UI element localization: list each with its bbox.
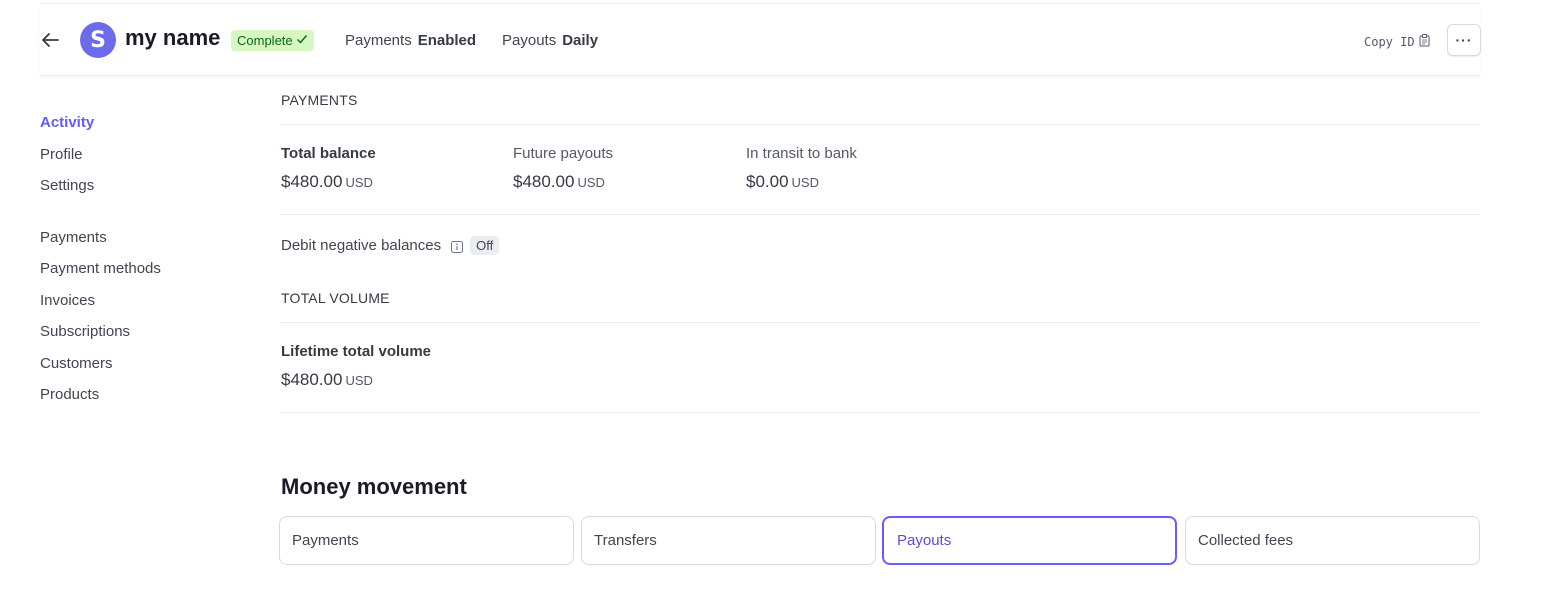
tab-label: Transfers	[594, 532, 657, 549]
money-movement-title: Money movement	[281, 474, 467, 499]
back-arrow-icon[interactable]	[40, 30, 60, 50]
copy-id-label: Copy ID	[1364, 35, 1415, 49]
total-balance-stat: Total balance $480.00 USD	[281, 145, 376, 192]
total-balance-value: $480.00 USD	[281, 172, 376, 192]
tab-transfers[interactable]: Transfers	[581, 516, 876, 565]
currency-code: USD	[345, 373, 373, 388]
payments-status: Payments Enabled	[345, 32, 476, 49]
future-payouts-amount: $480.00	[513, 172, 575, 191]
clipboard-icon	[1419, 34, 1430, 50]
payouts-status: Payouts Daily	[502, 32, 598, 49]
total-volume-section-title: TOTAL VOLUME	[281, 290, 390, 306]
tab-label: Collected fees	[1198, 532, 1294, 549]
payouts-status-label: Payouts	[502, 32, 557, 49]
divider	[281, 412, 1480, 413]
account-header: S my name Complete Payments Enabled Payou…	[40, 4, 1481, 76]
divider	[281, 124, 1480, 125]
debit-status-badge: Off	[470, 236, 500, 255]
lifetime-volume-stat: Lifetime total volume $480.00 USD	[281, 343, 431, 390]
currency-code: USD	[577, 175, 605, 190]
copy-id-button[interactable]: Copy ID	[1364, 34, 1430, 50]
sidebar-item-settings[interactable]: Settings	[40, 175, 240, 207]
tab-payments[interactable]: Payments	[279, 516, 574, 565]
tab-label: Payments	[292, 532, 359, 549]
sidebar-item-activity[interactable]: Activity	[40, 112, 240, 144]
currency-code: USD	[345, 175, 373, 190]
sidebar-nav: Activity Profile Settings Payments Payme…	[40, 112, 240, 416]
more-options-button[interactable]: ···	[1447, 24, 1481, 56]
sidebar-item-payment-methods[interactable]: Payment methods	[40, 258, 240, 290]
sidebar-item-subscriptions[interactable]: Subscriptions	[40, 321, 240, 353]
payouts-status-value: Daily	[562, 32, 599, 49]
sidebar-item-payments[interactable]: Payments	[40, 227, 240, 259]
total-balance-amount: $480.00	[281, 172, 343, 191]
lifetime-volume-value: $480.00 USD	[281, 370, 431, 390]
total-balance-label: Total balance	[281, 145, 376, 162]
future-payouts-stat: Future payouts $480.00 USD	[513, 145, 613, 192]
payments-status-value: Enabled	[417, 32, 477, 49]
debit-negative-balances-row: Debit negative balances Off	[281, 236, 500, 255]
tab-payouts[interactable]: Payouts	[882, 516, 1177, 565]
currency-code: USD	[791, 175, 819, 190]
debit-negative-balances-label: Debit negative balances	[281, 237, 442, 254]
tab-collected-fees[interactable]: Collected fees	[1185, 516, 1480, 565]
lifetime-volume-amount: $480.00	[281, 370, 343, 389]
status-badge-label: Complete	[237, 33, 293, 48]
account-name: my name	[125, 25, 221, 50]
sidebar-item-profile[interactable]: Profile	[40, 144, 240, 176]
checkmark-icon	[296, 30, 308, 51]
divider	[281, 322, 1480, 323]
payments-section-title: PAYMENTS	[281, 92, 358, 108]
in-transit-amount: $0.00	[746, 172, 789, 191]
tab-label: Payouts	[897, 532, 952, 549]
in-transit-label: In transit to bank	[746, 145, 857, 162]
divider	[281, 214, 1480, 215]
in-transit-value: $0.00 USD	[746, 172, 857, 192]
avatar: S	[80, 22, 116, 58]
payments-status-label: Payments	[345, 32, 412, 49]
future-payouts-value: $480.00 USD	[513, 172, 613, 192]
sidebar-item-invoices[interactable]: Invoices	[40, 290, 240, 322]
status-badge: Complete	[231, 30, 314, 51]
in-transit-stat: In transit to bank $0.00 USD	[746, 145, 857, 192]
more-options-icon: ···	[1455, 32, 1473, 48]
lifetime-volume-label: Lifetime total volume	[281, 343, 432, 360]
sidebar-item-products[interactable]: Products	[40, 384, 240, 416]
info-icon[interactable]	[451, 240, 464, 253]
sidebar-item-customers[interactable]: Customers	[40, 353, 240, 385]
future-payouts-label: Future payouts	[513, 145, 614, 162]
